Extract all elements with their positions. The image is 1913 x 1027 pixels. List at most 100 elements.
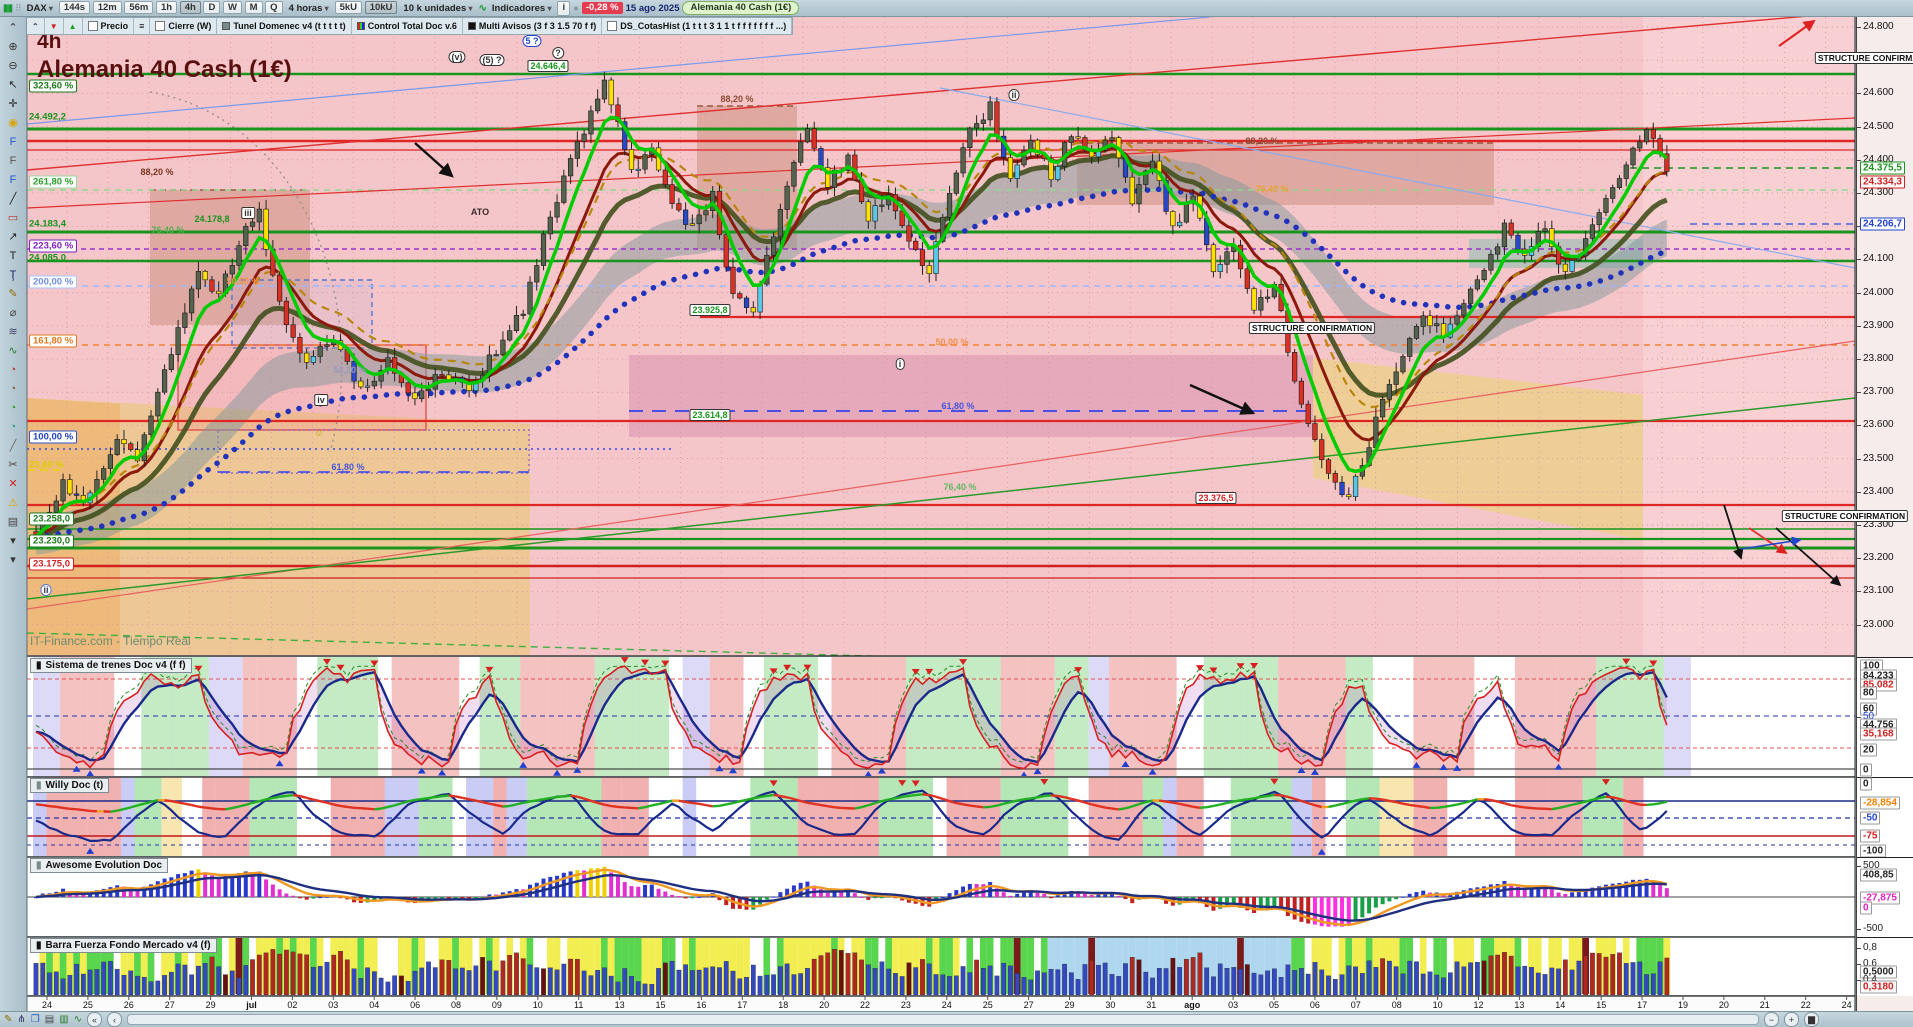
multicolor-icon — [356, 22, 365, 30]
svg-text:27: 27 — [1024, 1000, 1034, 1010]
svg-text:18: 18 — [778, 1000, 788, 1010]
cursor-icon[interactable]: ↖ — [4, 77, 23, 92]
svg-text:27: 27 — [165, 1000, 175, 1010]
indicator-item[interactable]: Tunel Domenec v4 (t t t t t) — [217, 18, 352, 34]
columns-icon[interactable]: ▥ — [59, 1014, 68, 1025]
left-tool-palette: ⌃ ⊕ ⊖ ↖ ✛ ◉ F F F ╱ ▭ ↗ T Ţ ✎ ⌀ ≋ ∿ ◔ ◔ ◔ ◔ ╱ ✂ ✕ ⚠ ▤ ▾ ▾ — [0, 17, 27, 1011]
collapse-icon[interactable]: ⌃ — [27, 18, 45, 34]
indicator-item[interactable]: DS_CotasHist (1 t t t 3 1 1 t f f f f f … — [602, 18, 793, 34]
trendline-icon[interactable]: ╱ — [4, 191, 23, 206]
panel-axis-value: -50 — [1860, 811, 1881, 825]
svg-text:20: 20 — [819, 1000, 829, 1010]
horizontal-scrollbar[interactable] — [127, 1014, 1760, 1025]
collapse-left-button[interactable]: « — [87, 1012, 103, 1027]
indicator-item[interactable]: Multi Avisos (3 f 3 1.5 70 f f) — [463, 18, 603, 34]
axis-value-box: 24.334,3 — [1860, 175, 1905, 189]
ruler-icon[interactable]: ≋ — [4, 324, 23, 339]
svg-text:31: 31 — [1146, 1000, 1156, 1010]
swatch-icon — [467, 22, 476, 30]
share-icon[interactable]: ⋔ — [17, 1014, 25, 1025]
panel-axis-value: 0,3180 — [1860, 980, 1897, 994]
pencil-icon[interactable]: ✎ — [4, 1014, 12, 1025]
status-bar: ✎ ⋔ ❐ ▤ ▥ ∿ « ‹ − + ▆ — [0, 1011, 1913, 1027]
copy-icon[interactable]: ❐ — [31, 1014, 40, 1025]
panel-axis-value: -28,854 — [1860, 796, 1900, 810]
panel-axis-value: 0 — [1860, 763, 1872, 777]
svg-text:12: 12 — [1473, 1000, 1483, 1010]
circle-green-icon[interactable]: ◔ — [4, 400, 23, 415]
axis-value-box: 24.206,7 — [1860, 217, 1905, 231]
svg-text:13: 13 — [1514, 1000, 1524, 1010]
dropdown-icon[interactable]: ▾ — [4, 533, 23, 548]
indicator-item[interactable]: Control Total Doc v.6 — [352, 18, 463, 34]
panel-axis-value: 35,168 — [1860, 727, 1897, 741]
bar-spacing-button[interactable]: ▆ — [1804, 1012, 1820, 1027]
svg-text:jul: jul — [245, 1000, 257, 1010]
warning-icon[interactable]: ⚠ — [4, 495, 23, 510]
indicator-item[interactable]: ≡ — [134, 18, 151, 34]
indicator-item[interactable]: Precio — [83, 18, 135, 34]
crosshair-icon[interactable]: ✛ — [4, 96, 23, 111]
circle-teal-icon[interactable]: ◔ — [4, 419, 23, 434]
collapse-icon[interactable]: ⌃ — [4, 20, 23, 35]
panel-axis-value: 80 — [1860, 686, 1878, 700]
pencil-icon[interactable]: ✎ — [4, 286, 23, 301]
svg-text:24: 24 — [42, 1000, 52, 1010]
line-icon[interactable]: ╱ — [4, 438, 23, 453]
wave-icon[interactable]: ∿ — [4, 343, 23, 358]
rectangle-icon[interactable]: ▭ — [4, 210, 23, 225]
svg-text:06: 06 — [410, 1000, 420, 1010]
zoom-in-button[interactable]: + — [1784, 1012, 1800, 1027]
svg-text:16: 16 — [696, 1000, 706, 1010]
arrow-icon[interactable]: ↗ — [4, 229, 23, 244]
svg-text:10: 10 — [1433, 1000, 1443, 1010]
dropdown-icon[interactable]: ▾ — [4, 552, 23, 567]
checkbox-icon[interactable] — [87, 21, 98, 31]
svg-text:22: 22 — [1801, 1000, 1811, 1010]
delete-icon[interactable]: ✕ — [4, 476, 23, 491]
alert-add-up-icon[interactable]: ▲ — [64, 18, 83, 34]
alert-add-down-icon[interactable]: ▼ — [45, 18, 64, 34]
svg-text:05: 05 — [1269, 1000, 1279, 1010]
zoom-in-icon[interactable]: ⊕ — [4, 39, 23, 54]
indicator-label: Tunel Domenec v4 (t t t t t) — [233, 21, 346, 31]
svg-text:15: 15 — [1596, 1000, 1606, 1010]
price-axis[interactable]: 24.80024.70024.60024.50024.40024.30024.2… — [1856, 17, 1913, 1011]
fibonacci-icon[interactable]: F — [4, 134, 23, 149]
indicator-label: Precio — [100, 21, 129, 31]
panel-axis-value: 0 — [1860, 901, 1872, 915]
svg-text:03: 03 — [1228, 1000, 1238, 1010]
ellipse-icon[interactable]: ⌀ — [4, 305, 23, 320]
panel-axis-value: 20 — [1860, 743, 1878, 757]
collapse-left2-button[interactable]: ‹ — [107, 1012, 123, 1027]
checkbox-icon[interactable] — [607, 21, 618, 31]
indicator-label: ≡ — [139, 21, 145, 31]
chart-icon[interactable]: ∿ — [74, 1014, 82, 1025]
fibonacci-time-icon[interactable]: F — [4, 172, 23, 187]
fibonacci-fan-icon[interactable]: F — [4, 153, 23, 168]
trading-workstation: { "window": { "symbol": "DAX", "timefram… — [0, 0, 1913, 1027]
grid-icon[interactable]: ▤ — [4, 514, 23, 529]
svg-text:07: 07 — [1351, 1000, 1361, 1010]
zoom-out-icon[interactable]: ⊖ — [4, 58, 23, 73]
svg-text:03: 03 — [328, 1000, 338, 1010]
notes-icon[interactable]: ▤ — [45, 1014, 54, 1025]
checkbox-icon[interactable] — [155, 21, 166, 31]
text-box-icon[interactable]: Ţ — [4, 267, 23, 282]
panel-axis-value: 0 — [1860, 777, 1872, 791]
alarm-bell-icon[interactable]: ◉ — [4, 115, 23, 130]
text-icon[interactable]: T — [4, 248, 23, 263]
scissors-icon[interactable]: ✂ — [4, 457, 23, 472]
chart-canvas[interactable]: 24 25 26 27 29 jul 02 03 04 06 08 09 10 11 13 15 16 17 18 2… — [0, 0, 1913, 1027]
svg-text:08: 08 — [451, 1000, 461, 1010]
indicator-label: Control Total Doc v.6 — [367, 21, 457, 31]
svg-text:17: 17 — [1637, 1000, 1647, 1010]
svg-text:22: 22 — [860, 1000, 870, 1010]
svg-text:09: 09 — [492, 1000, 502, 1010]
zoom-out-button[interactable]: − — [1764, 1012, 1780, 1027]
swatch-icon — [222, 22, 231, 30]
circle-brown-icon[interactable]: ◔ — [4, 381, 23, 396]
circle-red-icon[interactable]: ◔ — [4, 362, 23, 377]
indicator-item[interactable]: Cierre (W) — [150, 18, 218, 34]
svg-text:25: 25 — [83, 1000, 93, 1010]
